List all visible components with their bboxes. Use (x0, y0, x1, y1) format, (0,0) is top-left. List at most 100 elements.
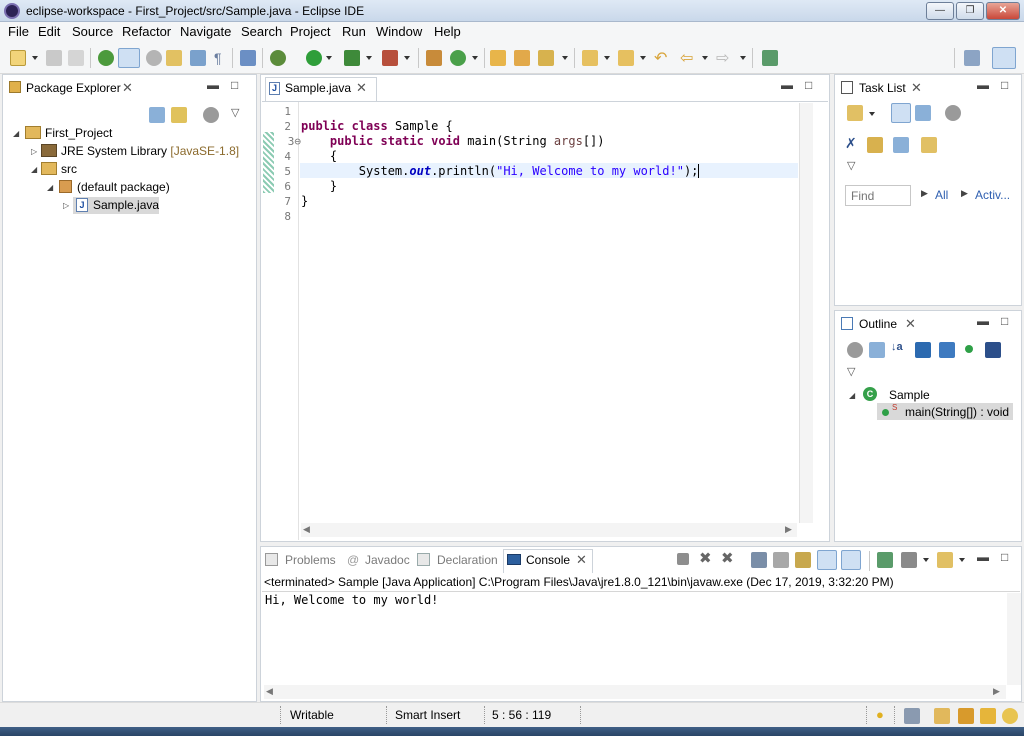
coverage-icon[interactable] (344, 50, 360, 66)
clear-console-icon[interactable] (751, 552, 767, 568)
new-java-package-icon[interactable] (426, 50, 442, 66)
activate-link[interactable]: Activ... (975, 188, 1010, 202)
collapse-all-icon[interactable] (869, 342, 885, 358)
link-icon[interactable] (921, 137, 937, 153)
last-edit-location-icon[interactable]: ↶ (654, 48, 667, 68)
focus-icon[interactable] (203, 107, 219, 123)
minimize-icon[interactable]: ▬ (977, 314, 989, 328)
show-on-stderr-icon[interactable] (841, 550, 861, 570)
menu-edit[interactable]: Edit (38, 24, 60, 39)
forward-icon[interactable]: ⇨ (716, 48, 729, 68)
menu-window[interactable]: Window (376, 24, 422, 39)
tree-item-jre[interactable]: JRE System Library [JavaSE-1.8] (61, 144, 239, 158)
new-task-dropdown-icon[interactable] (869, 112, 875, 116)
close-icon[interactable]: ✕ (356, 80, 367, 96)
maximize-icon[interactable]: □ (1001, 314, 1008, 328)
terminate-icon[interactable] (677, 553, 689, 565)
toggle-block-icon[interactable] (146, 50, 162, 66)
hide-completed-icon[interactable]: ✗ (845, 135, 857, 152)
external-tools-dropdown-icon[interactable] (404, 56, 410, 60)
tree-item-sample-java[interactable]: Sample.java (93, 198, 159, 212)
console-horizontal-scrollbar[interactable] (264, 685, 1006, 699)
menu-project[interactable]: Project (290, 24, 330, 39)
pin-console-icon[interactable] (877, 552, 893, 568)
menu-search[interactable]: Search (241, 24, 282, 39)
hide-local-types-icon[interactable] (985, 342, 1001, 358)
maximize-icon[interactable]: □ (1001, 78, 1008, 92)
search-dropdown-icon[interactable] (562, 56, 568, 60)
new-task-icon[interactable] (847, 105, 863, 121)
next-annotation-icon[interactable] (582, 50, 598, 66)
all-link[interactable]: All (935, 188, 948, 202)
open-perspective-icon[interactable] (964, 50, 980, 66)
run-dropdown-icon[interactable] (326, 56, 332, 60)
vertical-scrollbar[interactable] (799, 103, 813, 523)
synchronize-icon[interactable] (867, 137, 883, 153)
scroll-left-icon[interactable]: ◀ (303, 524, 310, 535)
collapse-all-icon[interactable] (149, 107, 165, 123)
debug-icon[interactable] (270, 50, 286, 66)
code-line[interactable]: public static void main(String args[]) (301, 134, 605, 148)
show-on-stdout-icon[interactable] (817, 550, 837, 570)
back-dropdown-icon[interactable] (702, 56, 708, 60)
open-task-icon[interactable] (514, 50, 530, 66)
minimize-icon[interactable]: — (926, 2, 954, 20)
new-java-class-icon[interactable] (450, 50, 466, 66)
sort-icon[interactable]: ↓a (891, 341, 903, 353)
toggle-word-wrap-icon[interactable] (166, 50, 182, 66)
save-all-icon[interactable] (68, 50, 84, 66)
new-dropdown-icon[interactable] (32, 56, 38, 60)
collapse-arrow-icon[interactable]: ▷ (31, 147, 37, 156)
find-input[interactable] (845, 185, 911, 206)
link-with-editor-icon[interactable] (171, 107, 187, 123)
help-icon[interactable] (1002, 708, 1018, 724)
view-menu-icon[interactable]: ▽ (231, 106, 239, 119)
minimize-icon[interactable]: ▬ (207, 78, 219, 92)
tab-javadoc[interactable]: Javadoc (365, 553, 410, 567)
categorized-icon[interactable] (891, 103, 911, 123)
collapse-all-icon[interactable] (893, 137, 909, 153)
focus-icon[interactable] (847, 342, 863, 358)
expand-arrow-icon[interactable]: ◢ (849, 391, 855, 400)
view-menu-icon[interactable]: ▽ (847, 365, 855, 378)
external-tools-icon[interactable] (382, 50, 398, 66)
remove-all-terminated-icon[interactable]: ✖ (721, 549, 734, 567)
menu-source[interactable]: Source (72, 24, 113, 39)
menu-navigate[interactable]: Navigate (180, 24, 231, 39)
tree-item-src[interactable]: src (61, 162, 77, 176)
collapse-arrow-icon[interactable]: ▷ (63, 201, 69, 210)
menu-file[interactable]: File (8, 24, 29, 39)
pilcrow-icon[interactable]: ¶ (214, 50, 222, 66)
pin-editor-icon[interactable] (762, 50, 778, 66)
status-insert-mode[interactable]: Smart Insert (395, 708, 460, 722)
view-menu-icon[interactable]: ▽ (847, 159, 855, 172)
word-wrap-icon[interactable] (795, 552, 811, 568)
hide-static-icon[interactable] (939, 342, 955, 358)
minimize-icon[interactable]: ▬ (977, 78, 989, 92)
forward-dropdown-icon[interactable] (740, 56, 746, 60)
code-line[interactable]: } (301, 179, 337, 193)
search-icon[interactable] (538, 50, 554, 66)
remove-terminated-icon[interactable] (240, 50, 256, 66)
console-vertical-scrollbar[interactable] (1007, 593, 1021, 685)
close-icon[interactable]: ✕ (905, 316, 916, 332)
open-console-dropdown-icon[interactable] (959, 558, 965, 562)
scroll-left-icon[interactable]: ◀ (266, 686, 273, 697)
save-icon[interactable] (46, 50, 62, 66)
focus-icon[interactable] (945, 105, 961, 121)
open-book-icon[interactable] (934, 708, 950, 724)
scroll-right-icon[interactable]: ▶ (993, 686, 1000, 697)
expand-arrow-icon[interactable]: ◢ (13, 129, 19, 138)
pencil-icon[interactable] (980, 708, 996, 724)
new-class-dropdown-icon[interactable] (472, 56, 478, 60)
package-explorer-tab[interactable]: Package Explorer (26, 81, 121, 95)
java-perspective-icon[interactable] (992, 47, 1016, 69)
display-console-dropdown-icon[interactable] (923, 558, 929, 562)
minimize-icon[interactable]: ▬ (781, 78, 793, 92)
editor-tab-label[interactable]: Sample.java (285, 81, 351, 95)
tab-declaration[interactable]: Declaration (437, 553, 498, 567)
run-icon[interactable] (306, 50, 322, 66)
new-icon[interactable] (10, 50, 26, 66)
maximize-icon[interactable]: □ (231, 78, 238, 92)
open-type-icon[interactable] (490, 50, 506, 66)
